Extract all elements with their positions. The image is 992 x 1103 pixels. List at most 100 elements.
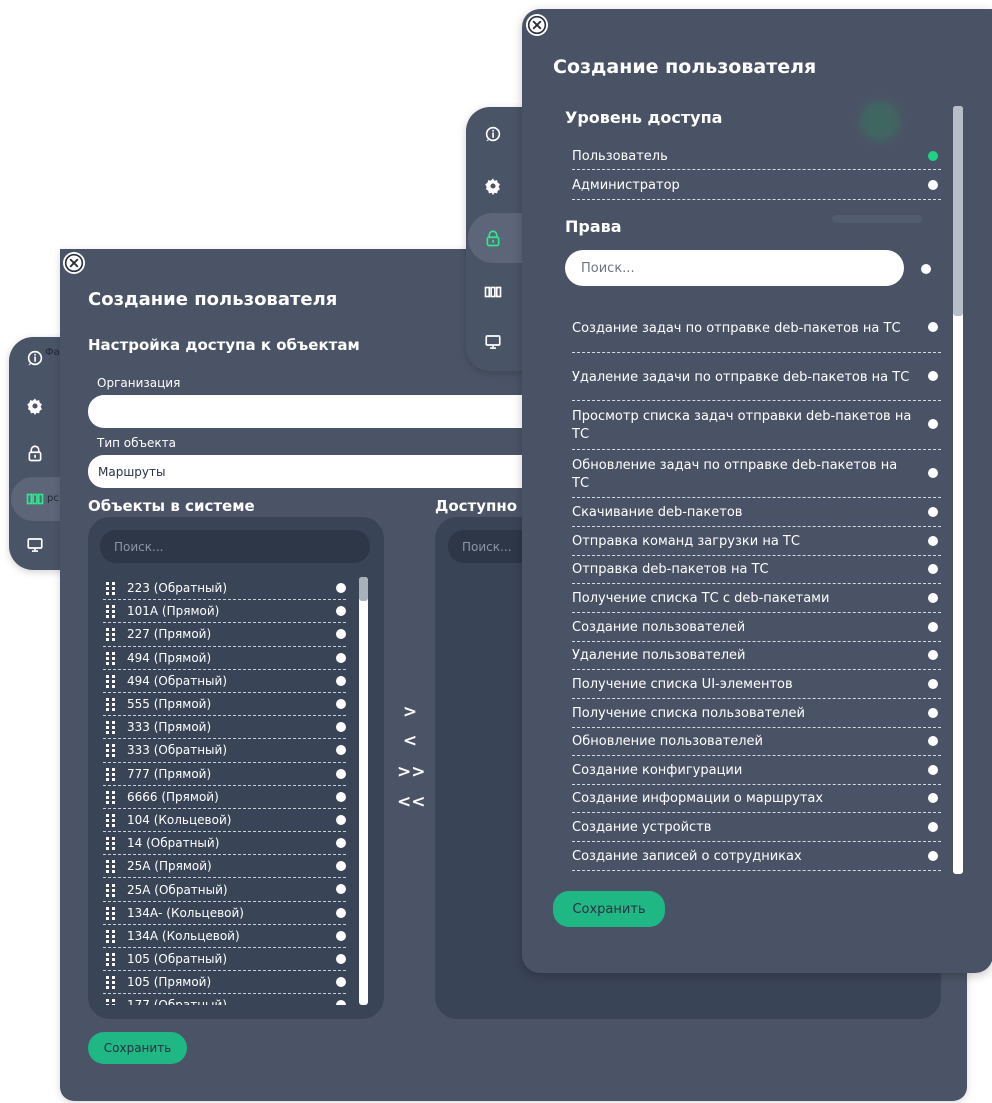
right-select-toggle[interactable] bbox=[928, 468, 938, 478]
drag-handle-icon[interactable] bbox=[106, 929, 115, 943]
object-list-item[interactable]: 101А (Прямой) bbox=[103, 600, 346, 624]
radio-unselected[interactable] bbox=[928, 180, 938, 190]
object-list-item[interactable]: 105 (Прямой) bbox=[103, 971, 346, 995]
object-list-item[interactable]: 333 (Прямой) bbox=[103, 716, 346, 740]
lock-icon[interactable] bbox=[484, 229, 502, 247]
object-select-toggle[interactable] bbox=[336, 954, 346, 964]
rights-list-item[interactable]: Получение списка пользователей bbox=[572, 701, 941, 728]
object-select-toggle[interactable] bbox=[336, 930, 346, 941]
object-select-toggle[interactable] bbox=[336, 861, 346, 872]
rights-list-item[interactable]: Удаление пользователей bbox=[572, 643, 941, 670]
object-list-item[interactable]: 6666 (Прямой) bbox=[103, 786, 346, 809]
rights-list-item[interactable]: Создание записей о сотрудниках bbox=[572, 844, 941, 871]
object-select-toggle[interactable] bbox=[336, 1000, 346, 1005]
objects-icon[interactable] bbox=[26, 490, 44, 508]
right-select-toggle[interactable] bbox=[928, 793, 938, 803]
access-level-admin[interactable]: Администратор bbox=[572, 172, 941, 200]
drag-handle-icon[interactable] bbox=[106, 744, 115, 758]
rights-list-item[interactable]: Создание информации о маршрутах bbox=[572, 786, 941, 813]
right-select-toggle[interactable] bbox=[928, 622, 938, 632]
right-select-toggle[interactable] bbox=[928, 564, 938, 574]
save-button[interactable]: Сохранить bbox=[88, 1032, 187, 1064]
object-list-item[interactable]: 134А (Кольцевой) bbox=[103, 925, 346, 948]
object-select-toggle[interactable] bbox=[336, 838, 346, 849]
drag-handle-icon[interactable] bbox=[106, 860, 115, 874]
drag-handle-icon[interactable] bbox=[106, 976, 115, 990]
drag-handle-icon[interactable] bbox=[106, 999, 115, 1005]
object-type-field[interactable] bbox=[88, 455, 568, 488]
organization-field[interactable] bbox=[88, 395, 568, 428]
rights-list-item[interactable]: Создание устройств bbox=[572, 815, 941, 842]
rights-list-item[interactable]: Создание задач по отправке deb-пакетов н… bbox=[572, 306, 941, 353]
right-select-toggle[interactable] bbox=[928, 419, 938, 429]
objects-scrollbar-thumb[interactable] bbox=[359, 577, 368, 601]
right-select-toggle[interactable] bbox=[928, 736, 938, 746]
drag-handle-icon[interactable] bbox=[106, 837, 115, 851]
object-select-toggle[interactable] bbox=[336, 977, 346, 988]
rights-list-item[interactable]: Просмотр списка задач отправки deb-пакет… bbox=[572, 403, 941, 450]
object-select-toggle[interactable] bbox=[336, 606, 346, 617]
objects-scrollbar[interactable] bbox=[359, 577, 368, 1005]
info-icon[interactable] bbox=[484, 125, 502, 143]
drag-handle-icon[interactable] bbox=[106, 790, 115, 804]
close-icon[interactable] bbox=[526, 14, 548, 36]
rights-list-item[interactable]: Отправка команд загрузки на ТС bbox=[572, 529, 941, 556]
drag-handle-icon[interactable] bbox=[106, 674, 115, 688]
right-select-toggle[interactable] bbox=[928, 650, 938, 660]
monitor-icon[interactable] bbox=[484, 333, 502, 351]
object-select-toggle[interactable] bbox=[336, 814, 346, 825]
object-select-toggle[interactable] bbox=[336, 791, 346, 802]
object-select-toggle[interactable] bbox=[336, 907, 346, 918]
move-left-button[interactable]: < bbox=[397, 731, 423, 751]
drag-handle-icon[interactable] bbox=[106, 698, 115, 712]
object-list-item[interactable]: 177 (Обратный) bbox=[103, 994, 346, 1005]
save-button[interactable]: Сохранить bbox=[553, 891, 665, 927]
right-select-toggle[interactable] bbox=[928, 593, 938, 603]
drag-handle-icon[interactable] bbox=[106, 813, 115, 827]
rights-list-item[interactable]: Обновление задач по отправке deb-пакетов… bbox=[572, 452, 941, 498]
gear-icon[interactable] bbox=[26, 397, 44, 415]
object-list-item[interactable]: 134А- (Кольцевой) bbox=[103, 902, 346, 925]
move-all-left-button[interactable]: << bbox=[397, 792, 426, 812]
object-list-item[interactable]: 494 (Прямой) bbox=[103, 647, 346, 670]
object-list-item[interactable]: 227 (Прямой) bbox=[103, 623, 346, 647]
gear-icon[interactable] bbox=[484, 177, 502, 195]
rights-list-item[interactable]: Создание пользователей bbox=[572, 615, 941, 642]
object-list-item[interactable]: 333 (Обратный) bbox=[103, 739, 346, 763]
object-list-item[interactable]: 14 (Обратный) bbox=[103, 832, 346, 856]
drag-handle-icon[interactable] bbox=[106, 883, 115, 897]
right-select-toggle[interactable] bbox=[928, 765, 938, 775]
object-list-item[interactable]: 777 (Прямой) bbox=[103, 763, 346, 786]
rights-list-item[interactable]: Удаление задачи по отправке deb-пакетов … bbox=[572, 355, 941, 401]
right-select-toggle[interactable] bbox=[928, 322, 938, 332]
right-select-toggle[interactable] bbox=[928, 822, 938, 832]
drag-handle-icon[interactable] bbox=[106, 651, 115, 665]
object-select-toggle[interactable] bbox=[336, 722, 346, 733]
right-select-toggle[interactable] bbox=[928, 371, 938, 381]
rights-list-item[interactable]: Получение списка UI-элементов bbox=[572, 672, 941, 699]
object-select-toggle[interactable] bbox=[336, 652, 346, 663]
rights-list-item[interactable]: Отправка deb-пакетов на ТС bbox=[572, 557, 941, 584]
right-select-toggle[interactable] bbox=[928, 507, 938, 517]
rights-list-item[interactable]: Получение списка ТС с deb-пакетами bbox=[572, 586, 941, 613]
object-list-item[interactable]: 104 (Кольцевой) bbox=[103, 809, 346, 833]
drag-handle-icon[interactable] bbox=[106, 628, 115, 642]
rights-list-item[interactable]: Создание конфигурации bbox=[572, 758, 941, 785]
object-list-item[interactable]: 25А (Прямой) bbox=[103, 855, 346, 879]
info-icon[interactable] bbox=[26, 349, 44, 367]
object-select-toggle[interactable] bbox=[336, 768, 346, 779]
objects-search-input[interactable] bbox=[100, 530, 370, 563]
rights-list-item[interactable]: Скачивание deb-пакетов bbox=[572, 500, 941, 527]
object-list-item[interactable]: 494 (Обратный) bbox=[103, 670, 346, 693]
right-select-toggle[interactable] bbox=[928, 851, 938, 861]
right-select-toggle[interactable] bbox=[928, 536, 938, 546]
objects-icon[interactable] bbox=[484, 283, 502, 301]
close-icon[interactable] bbox=[63, 252, 85, 274]
rights-scrollbar-thumb[interactable] bbox=[953, 106, 963, 316]
monitor-icon[interactable] bbox=[26, 536, 44, 554]
drag-handle-icon[interactable] bbox=[106, 721, 115, 735]
object-select-toggle[interactable] bbox=[336, 745, 346, 756]
move-right-button[interactable]: > bbox=[397, 702, 423, 722]
object-list-item[interactable]: 223 (Обратный) bbox=[103, 577, 346, 601]
object-select-toggle[interactable] bbox=[336, 675, 346, 686]
